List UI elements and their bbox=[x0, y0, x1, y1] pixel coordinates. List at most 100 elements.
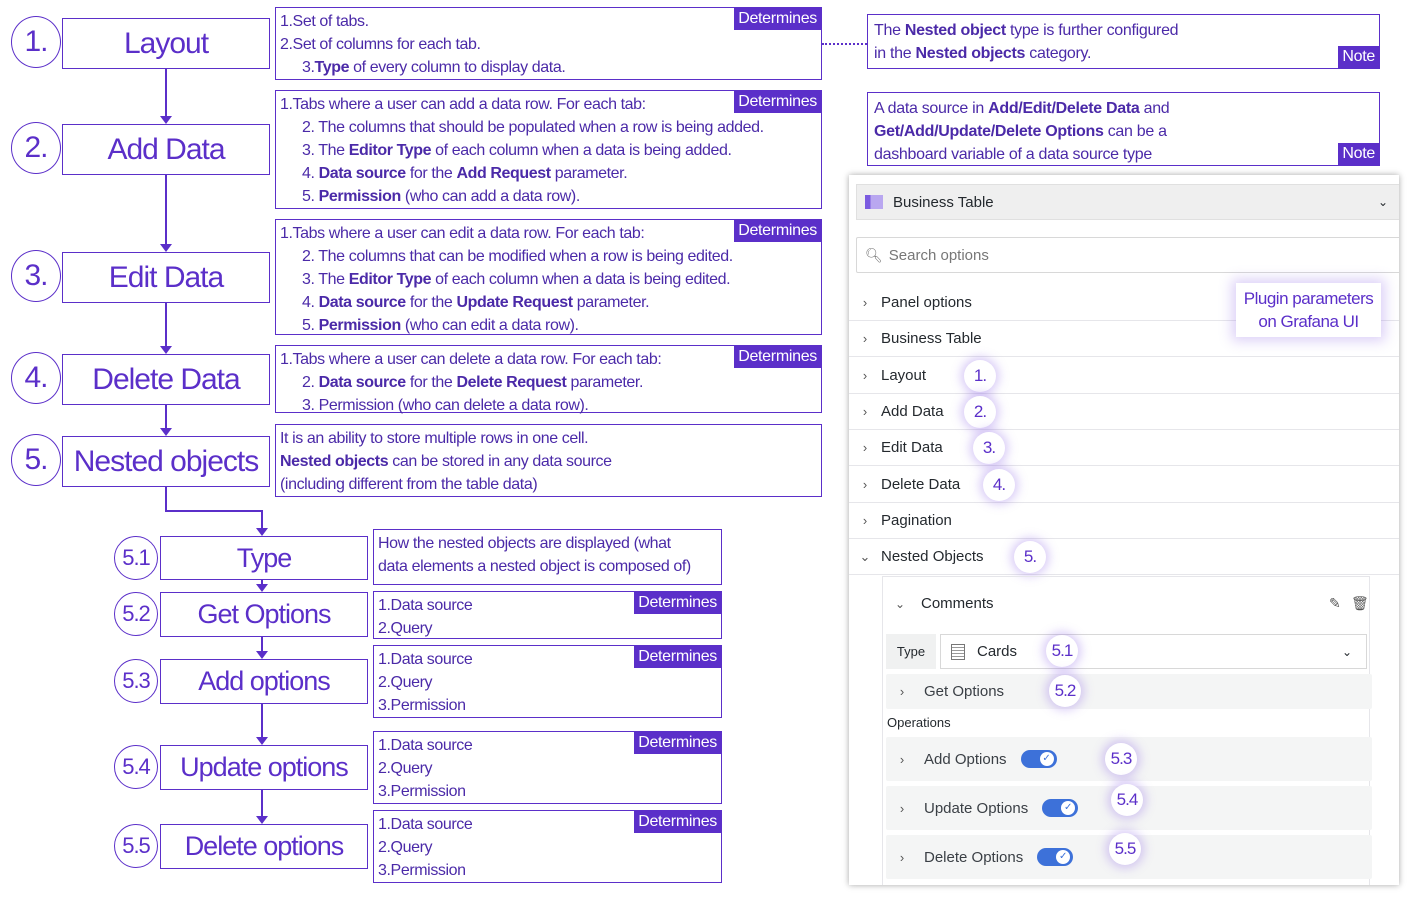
visualization-name: Business Table bbox=[893, 193, 994, 211]
substep-number-circle: 5.3 bbox=[114, 659, 158, 703]
text-line: 4. Data source for the Update Request pa… bbox=[280, 291, 817, 314]
step-number-circle: 2. bbox=[11, 122, 61, 174]
text-line: 2.Query bbox=[378, 671, 717, 694]
module-nested-objects-box: Nested objects bbox=[62, 436, 270, 487]
text-run: (who can add a data row). bbox=[400, 188, 580, 205]
text-run: 4. bbox=[302, 294, 319, 311]
bold-term: Add/Edit/Delete Data bbox=[988, 100, 1140, 117]
category-badge: 4. bbox=[983, 468, 1015, 501]
operation-label: Delete Options bbox=[924, 848, 1024, 866]
arrow-head bbox=[256, 528, 268, 536]
text-run: of every column to display data. bbox=[349, 59, 566, 76]
arrow-head bbox=[256, 651, 268, 659]
get-options-section[interactable]: › Get Options bbox=[886, 674, 1372, 709]
bold-term: Editor Type bbox=[348, 271, 432, 288]
text-line: 2.Query bbox=[378, 617, 717, 640]
module-description: 1.Tabs where a user can delete a data ro… bbox=[275, 345, 822, 414]
bold-term: Permission bbox=[318, 317, 402, 334]
text-run: can be a bbox=[1103, 123, 1167, 140]
category-nested-objects[interactable]: ⌄ Nested Objects bbox=[849, 539, 1399, 576]
visualization-picker[interactable]: Business Table ⌄ bbox=[856, 184, 1399, 220]
connector-line bbox=[261, 637, 263, 651]
chevron-right-icon: › bbox=[862, 512, 868, 528]
category-label: Business Table bbox=[881, 330, 982, 348]
text-line: (including different from the table data… bbox=[280, 473, 817, 496]
text-run: 2. The columns that can be modified when… bbox=[302, 248, 733, 265]
text-run: 1.Data source bbox=[378, 737, 473, 754]
text-run: dashboard variable of a data source type bbox=[874, 146, 1152, 163]
submodule-update-options-box: Update options bbox=[160, 745, 368, 790]
note-box: A data source in Add/Edit/Delete Data an… bbox=[867, 92, 1380, 166]
operation-toggle[interactable] bbox=[1020, 750, 1057, 768]
text-run: in the bbox=[874, 45, 916, 62]
category-label: Add Data bbox=[881, 402, 944, 420]
text-run: parameter. bbox=[572, 294, 650, 311]
trash-icon[interactable]: 🗑︎ bbox=[1351, 595, 1369, 612]
bold-term: Get/Add/Update/Delete Options bbox=[874, 123, 1104, 140]
text-run: 5. bbox=[302, 188, 319, 205]
text-run: (who can edit a data row). bbox=[400, 317, 579, 334]
bold-term: Permission bbox=[318, 188, 402, 205]
text-line: 3. Permission (who can delete a data row… bbox=[280, 394, 817, 417]
text-run: of each column when a data is being adde… bbox=[431, 142, 732, 159]
text-line: 5. Permission (who can add a data row). bbox=[280, 185, 817, 208]
category-delete-data[interactable]: › Delete Data bbox=[849, 467, 1399, 503]
operation-toggle[interactable] bbox=[1042, 799, 1079, 817]
text-run: 3.Permission bbox=[378, 783, 466, 800]
arrow-head bbox=[160, 346, 172, 354]
category-badge: 1. bbox=[964, 359, 996, 392]
determines-badge: Determines bbox=[734, 8, 821, 30]
operation-badge: 5.4 bbox=[1111, 784, 1143, 816]
arrow-head bbox=[160, 116, 172, 124]
connector-line bbox=[165, 405, 167, 428]
text-line: 3. The Editor Type of each column when a… bbox=[280, 139, 817, 162]
module-description: 1.Tabs where a user can edit a data row.… bbox=[275, 219, 822, 335]
text-line: in the Nested objects category. bbox=[874, 42, 1373, 65]
operation-toggle[interactable] bbox=[1037, 848, 1074, 866]
text-run: 2.Set of columns for each tab. bbox=[280, 36, 481, 53]
chevron-right-icon: › bbox=[862, 331, 868, 347]
text-run: 1.Tabs where a user can delete a data ro… bbox=[280, 351, 662, 368]
text-run: 2. The columns that should be populated … bbox=[302, 119, 764, 136]
determines-badge: Determines bbox=[734, 346, 821, 368]
chevron-right-icon: › bbox=[899, 849, 905, 865]
text-run: 3.Permission bbox=[378, 862, 466, 879]
category-layout[interactable]: › Layout bbox=[849, 358, 1399, 394]
category-pagination[interactable]: › Pagination bbox=[849, 503, 1399, 539]
edit-icon[interactable]: ✎ bbox=[1329, 595, 1341, 612]
text-line: 4. Data source for the Add Request param… bbox=[280, 162, 817, 185]
connector-line bbox=[261, 510, 263, 528]
text-run: (including different from the table data… bbox=[280, 476, 538, 493]
text-run: It is an ability to store multiple rows … bbox=[280, 430, 589, 447]
chevron-down-icon[interactable]: ⌄ bbox=[895, 597, 905, 611]
dotted-link bbox=[822, 43, 867, 45]
bold-term: Editor Type bbox=[348, 142, 432, 159]
text-line: It is an ability to store multiple rows … bbox=[280, 427, 817, 450]
type-select[interactable]: Cards ⌄ bbox=[940, 634, 1367, 669]
connector-line bbox=[165, 487, 167, 511]
category-add-data[interactable]: › Add Data bbox=[849, 394, 1399, 430]
plugin-parameters-callout: Plugin parameters on Grafana UI bbox=[1236, 283, 1381, 337]
determines-badge: Determines bbox=[634, 732, 721, 754]
text-run: for the bbox=[405, 165, 457, 182]
search-options-input[interactable]: 🔍︎ Search options bbox=[856, 237, 1399, 273]
bold-term: Nested object bbox=[904, 22, 1006, 39]
get-options-label: Get Options bbox=[924, 683, 1005, 700]
category-edit-data[interactable]: › Edit Data bbox=[849, 430, 1399, 467]
connector-line bbox=[165, 175, 167, 244]
arrow-head bbox=[160, 244, 172, 252]
chevron-right-icon: › bbox=[862, 367, 868, 383]
submodule-description: 1.Data source 2.Query 3.Permission Determin… bbox=[373, 645, 722, 718]
chevron-down-icon: ⌄ bbox=[1341, 644, 1352, 659]
operations-label: Operations bbox=[887, 715, 951, 730]
text-run: 3. The bbox=[302, 271, 349, 288]
category-label: Delete Data bbox=[881, 475, 961, 493]
arrow-head bbox=[256, 584, 268, 592]
text-run: 2.Query bbox=[378, 839, 433, 856]
callout-line: on Grafana UI bbox=[1258, 312, 1359, 331]
connector-line bbox=[261, 790, 263, 816]
chevron-right-icon: › bbox=[899, 751, 905, 767]
module-edit-data-box: Edit Data bbox=[62, 252, 270, 303]
text-run: 3. bbox=[302, 59, 315, 76]
operation-badge: 5.3 bbox=[1105, 743, 1137, 775]
